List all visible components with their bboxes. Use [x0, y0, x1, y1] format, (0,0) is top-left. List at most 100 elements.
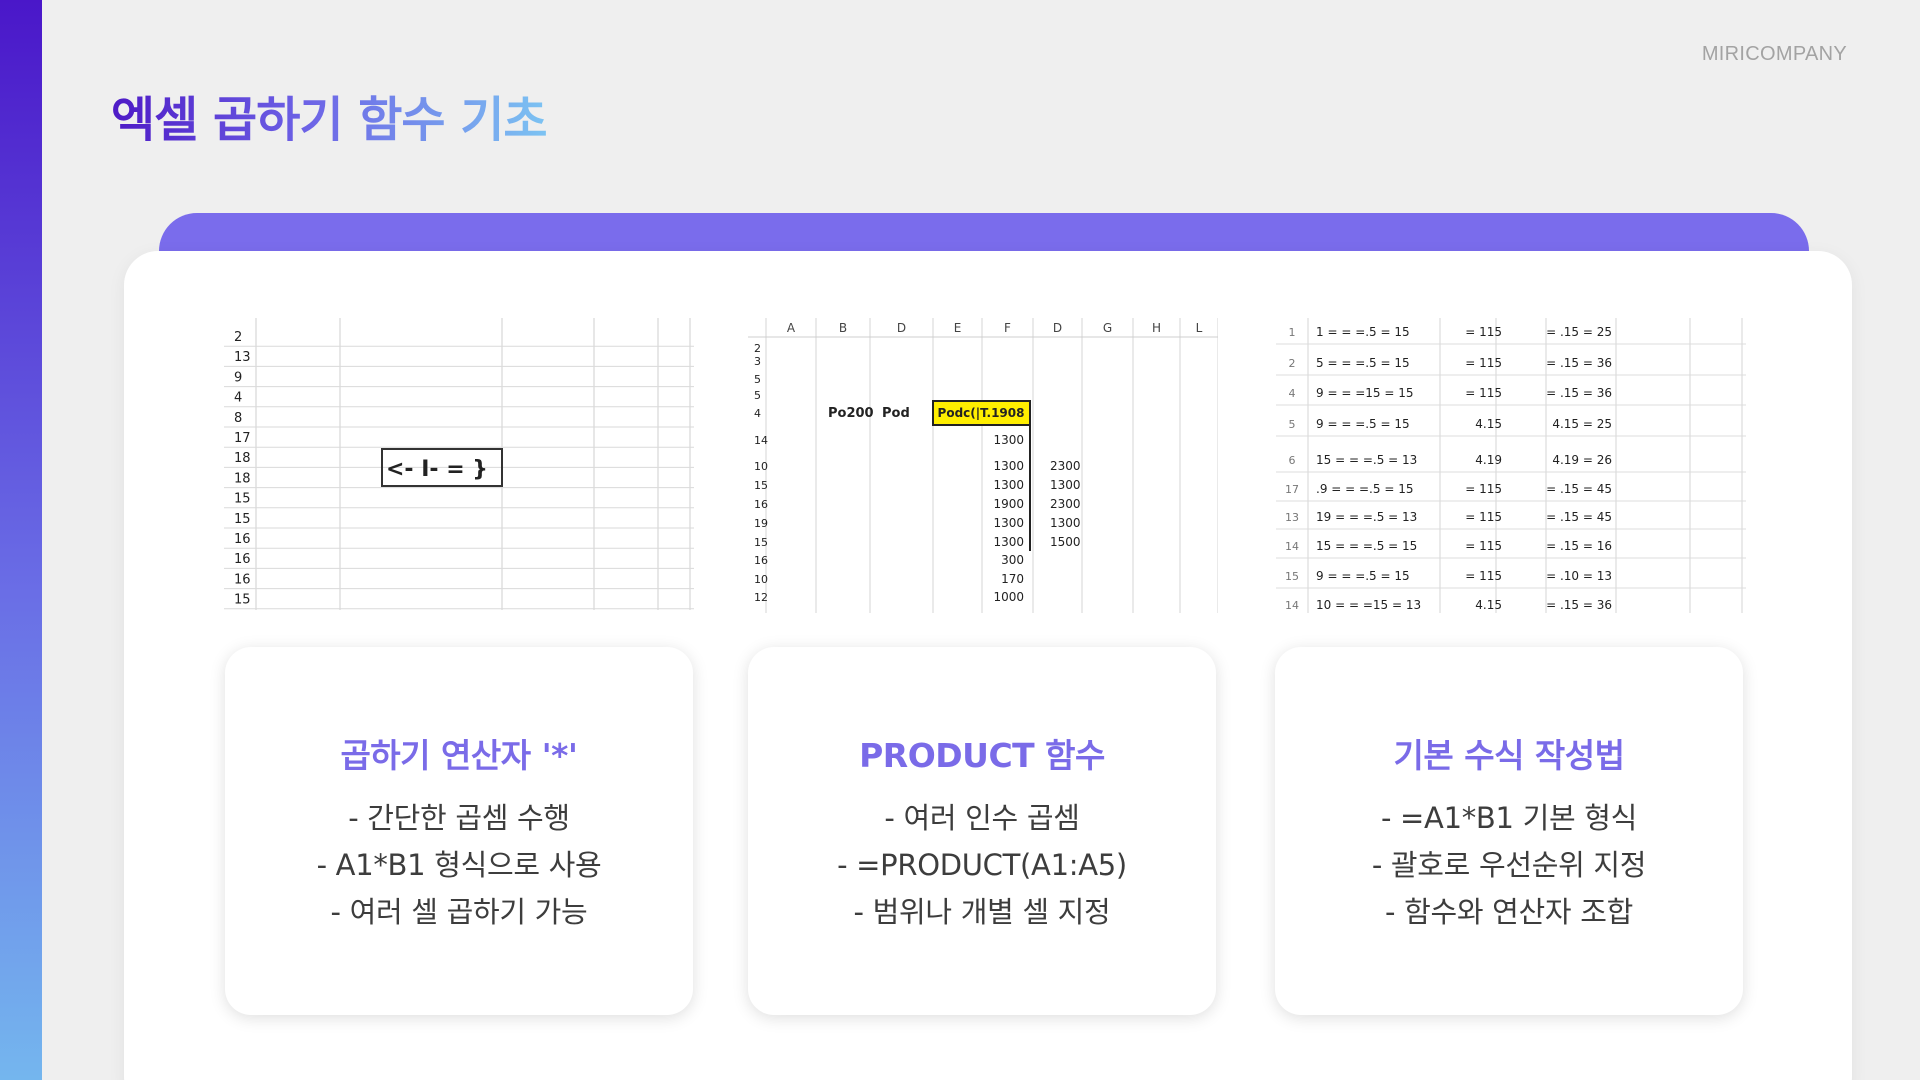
row-header: 12	[754, 591, 768, 604]
cell-text: = .15 = 45	[1546, 510, 1612, 524]
column-header: B	[839, 321, 847, 335]
cell-text: = 115	[1465, 482, 1502, 496]
row-header: 16	[234, 532, 251, 547]
row-header: 13	[234, 350, 251, 365]
spreadsheet-image-formula: 1 1 = = =.5 = 15 = 115 = .15 = 25 2 5 = = =.5…	[1276, 318, 1746, 613]
row-header: 18	[234, 471, 251, 486]
row-header: 15	[1285, 570, 1299, 583]
spreadsheet-image-product: A B D E F D G H L 2 3 5 5 4 Po200 Pod Podc(|T.1908 14 1300…	[748, 318, 1218, 613]
row-header: 17	[234, 431, 251, 446]
row-header: 15	[234, 492, 251, 507]
cell-text: 1900	[993, 497, 1024, 511]
cell-text: 4.15	[1475, 417, 1502, 431]
card-title: 기본 수식 작성법	[1393, 736, 1626, 775]
card-line: - 괄호로 우선순위 지정	[1371, 848, 1647, 882]
cell-text: 4.15 = 25	[1552, 417, 1612, 431]
row-header: 19	[754, 517, 768, 530]
row-header: 17	[1285, 483, 1299, 496]
cell-text: 1300	[993, 535, 1024, 549]
row-header: 14	[754, 434, 768, 447]
column-header: G	[1103, 321, 1112, 335]
card-product-function: PRODUCT 함수 - 여러 인수 곱셈 - =PRODUCT(A1:A5) …	[748, 647, 1216, 1015]
cell-text: 19 = = =.5 = 13	[1316, 510, 1417, 524]
row-header: 3	[754, 355, 761, 368]
row-header: 2	[1289, 357, 1296, 370]
cell-text: = 115	[1465, 325, 1502, 339]
cell-text: 9 = = =15 = 15	[1316, 386, 1413, 400]
cell-text: 10 = = =15 = 13	[1316, 598, 1421, 612]
cell-text: 15 = = =.5 = 15	[1316, 539, 1417, 553]
row-header: 9	[234, 370, 242, 385]
cell-text: 1300	[993, 516, 1024, 530]
card-title: PRODUCT 함수	[859, 736, 1105, 775]
card-line: - 여러 인수 곱셈	[884, 801, 1080, 835]
page-title: 엑셀 곱하기 함수 기초	[111, 80, 548, 150]
cell-text: = .15 = 36	[1546, 598, 1612, 612]
cell-text: 1500	[1050, 535, 1081, 549]
row-header: 15	[754, 479, 768, 492]
cell-text: = 115	[1465, 356, 1502, 370]
row-header: 4	[1289, 387, 1296, 400]
row-header: 5	[754, 373, 761, 386]
card-line: - 간단한 곱셈 수행	[348, 801, 570, 835]
column-header: D	[897, 321, 906, 335]
card-operator: 곱하기 연산자 '*' - 간단한 곱셈 수행 - A1*B1 형식으로 사용 …	[225, 647, 693, 1015]
cell-text: 1 = = =.5 = 15	[1316, 325, 1410, 339]
row-header: 16	[754, 554, 768, 567]
cell-text: = 115	[1465, 510, 1502, 524]
cell-text: = 115	[1465, 386, 1502, 400]
cell-text: 170	[1001, 572, 1024, 586]
row-header: 2	[754, 342, 761, 355]
row-header: 18	[234, 451, 251, 466]
card-title: 곱하기 연산자 '*'	[340, 736, 578, 775]
card-line: - A1*B1 형식으로 사용	[316, 848, 602, 882]
column-header: F	[1004, 321, 1011, 335]
row-header: 5	[754, 389, 761, 402]
cell-text: Pod	[882, 406, 910, 421]
cell-text: 1300	[993, 459, 1024, 473]
cell-text: 15 = = =.5 = 13	[1316, 453, 1417, 467]
card-line: - =A1*B1 기본 형식	[1380, 801, 1638, 835]
cell-text: = 115	[1465, 569, 1502, 583]
row-header: 14	[1285, 540, 1299, 553]
row-header: 1	[1289, 326, 1296, 339]
cell-text: 4.19	[1475, 453, 1502, 467]
cell-text: 4.19 = 26	[1552, 453, 1612, 467]
card-line: - 여러 셀 곱하기 가능	[330, 895, 588, 929]
cell-text: = 115	[1465, 539, 1502, 553]
row-header: 2	[234, 330, 242, 345]
cell-text: <- I- = }	[386, 457, 488, 482]
row-header: 16	[754, 498, 768, 511]
cell-text: = .15 = 36	[1546, 356, 1612, 370]
cell-text: 1000	[993, 590, 1024, 604]
row-header: 15	[234, 512, 251, 527]
cell-text: Po200	[828, 406, 874, 421]
brand-label: MIRICOMPANY	[1701, 43, 1847, 65]
cell-text: 1300	[993, 478, 1024, 492]
cell-text: 2300	[1050, 459, 1081, 473]
cell-text: 300	[1001, 553, 1024, 567]
column-header: L	[1196, 321, 1203, 335]
card-line: - 함수와 연산자 조합	[1385, 895, 1633, 929]
row-header: 10	[754, 573, 768, 586]
row-header: 5	[1289, 418, 1296, 431]
row-header: 16	[234, 552, 251, 567]
cell-text: 9 = = =.5 = 15	[1316, 569, 1410, 583]
row-header: 4	[234, 391, 242, 406]
row-header: 6	[1289, 454, 1296, 467]
row-header: 16	[234, 572, 251, 587]
sheet-grid: 2 13 9 4 8 17 18 18 15 15 16 16 16 15 <- I- = }	[224, 318, 694, 610]
cell-text: = .15 = 45	[1546, 482, 1612, 496]
row-header: 4	[754, 407, 761, 420]
cell-text: 2300	[1050, 497, 1081, 511]
column-header: E	[954, 321, 962, 335]
cell-text: 1300	[993, 433, 1024, 447]
cell-text: 9 = = =.5 = 15	[1316, 417, 1410, 431]
cell-text: = .15 = 36	[1546, 386, 1612, 400]
sheet-grid: 1 1 = = =.5 = 15 = 115 = .15 = 25 2 5 = = =.5…	[1276, 318, 1746, 613]
sheet-grid: A B D E F D G H L 23 5 5 4 Po200 Pod Podc(|T.1908 14 1300…	[748, 318, 1218, 613]
row-header: 15	[754, 536, 768, 549]
cell-text: 1300	[1050, 478, 1081, 492]
row-header: 13	[1285, 511, 1299, 524]
card-line: - =PRODUCT(A1:A5)	[837, 848, 1127, 882]
